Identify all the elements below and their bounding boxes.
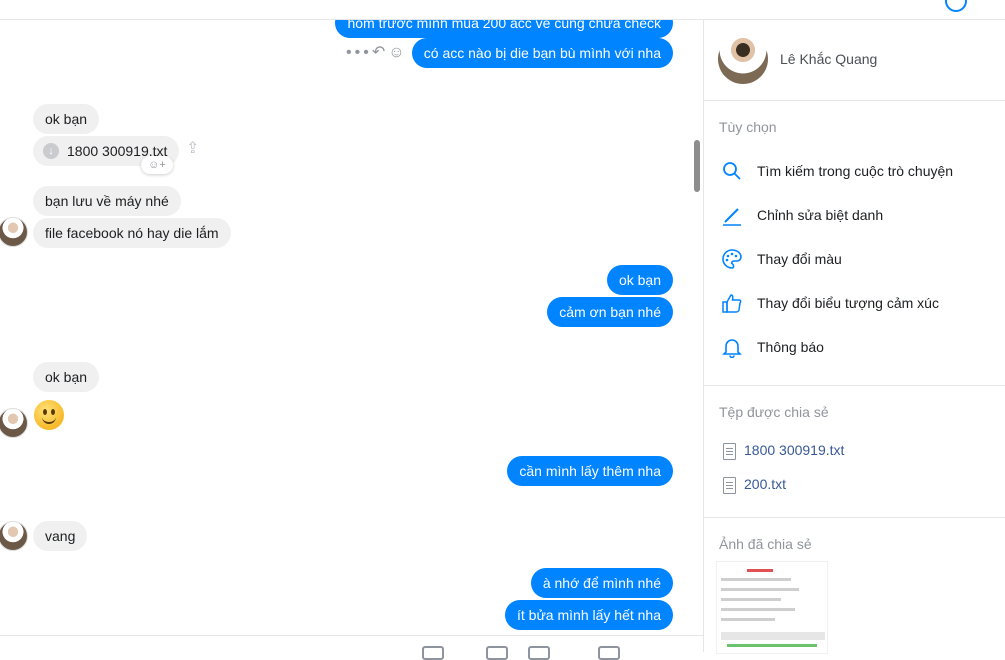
message-outgoing: có acc nào bị die bạn bù mình với nha	[411, 38, 673, 68]
shared-files-title[interactable]: Tệp được chia sẻ	[719, 404, 829, 420]
avatar	[0, 408, 28, 438]
profile-avatar[interactable]	[718, 34, 768, 84]
smiley-emoji	[34, 400, 64, 430]
top-bar	[0, 0, 1005, 20]
more-icon[interactable]: •••	[346, 44, 372, 61]
message-incoming: file facebook nó hay die lắm	[33, 218, 231, 248]
option-search[interactable]: Tìm kiếm trong cuộc trò chuyện	[719, 160, 999, 184]
conversation-info-panel: Lê Khắc Quang Tùy chọn Tìm kiếm trong cu…	[703, 20, 1005, 654]
profile-name[interactable]: Lê Khắc Quang	[780, 51, 877, 67]
document-icon	[723, 477, 736, 494]
options-title[interactable]: Tùy chọn	[719, 119, 777, 135]
call-icon[interactable]	[945, 0, 967, 12]
option-color[interactable]: Thay đổi màu	[719, 248, 999, 272]
composer-toolbar	[0, 635, 703, 660]
reply-icon[interactable]: ↶	[372, 44, 388, 61]
sticker-icon[interactable]	[486, 646, 508, 660]
message-incoming: ok bạn	[33, 362, 100, 392]
divider	[704, 385, 1005, 386]
option-emoji[interactable]: Thay đổi biểu tượng cảm xúc	[719, 292, 999, 316]
react-icon[interactable]: ☺	[388, 44, 407, 61]
message-incoming: ok bạn	[33, 104, 100, 134]
palette-icon	[722, 249, 742, 269]
gif-icon[interactable]	[422, 646, 444, 660]
shared-photo-thumbnail[interactable]	[716, 561, 828, 654]
scrollbar-thumb[interactable]	[694, 140, 700, 192]
shared-file-name: 1800 300919.txt	[744, 442, 845, 458]
shared-file[interactable]: 200.txt	[721, 475, 981, 495]
emoji-icon[interactable]	[528, 646, 550, 660]
option-label: Thông báo	[757, 339, 824, 355]
search-icon	[723, 162, 741, 180]
option-label: Tìm kiếm trong cuộc trò chuyện	[757, 163, 954, 179]
divider	[704, 100, 1005, 101]
divider	[704, 517, 1005, 518]
option-nickname[interactable]: Chỉnh sửa biệt danh	[719, 204, 999, 228]
option-label: Thay đổi màu	[757, 251, 842, 267]
message-outgoing: à nhớ để mình nhé	[530, 568, 673, 598]
option-notifications[interactable]: Thông báo	[719, 336, 999, 360]
message-outgoing: cần mình lấy thêm nha	[507, 456, 673, 486]
shared-file[interactable]: 1800 300919.txt	[721, 441, 981, 461]
message-outgoing: ít bửa mình lấy hết nha	[504, 600, 673, 630]
share-icon[interactable]: ⇪	[186, 138, 202, 157]
download-icon[interactable]: ↓	[43, 143, 59, 159]
conversation-area: hôm trước mình mua 200 acc về cũng chưa …	[0, 20, 703, 635]
message-outgoing: cảm ơn bạn nhé	[547, 297, 673, 327]
camera-icon[interactable]	[598, 646, 620, 660]
option-label: Thay đổi biểu tượng cảm xúc	[757, 295, 939, 311]
message-outgoing: ok bạn	[606, 265, 673, 295]
message-incoming: vang	[33, 521, 88, 551]
add-reaction-icon[interactable]: ☺+	[141, 156, 173, 174]
shared-file-name: 200.txt	[744, 476, 787, 492]
pencil-icon	[723, 208, 741, 226]
option-label: Chỉnh sửa biệt danh	[757, 207, 884, 223]
message-outgoing: hôm trước mình mua 200 acc về cũng chưa …	[335, 20, 673, 38]
bell-icon	[722, 339, 742, 358]
avatar	[0, 521, 28, 551]
shared-photos-title[interactable]: Ảnh đã chia sẻ	[719, 536, 812, 552]
thumbs-up-icon	[722, 294, 742, 313]
avatar	[0, 217, 28, 247]
message-actions: •••↶☺	[346, 42, 408, 62]
message-incoming: bạn lưu về máy nhé	[33, 186, 181, 216]
document-icon	[723, 443, 736, 460]
